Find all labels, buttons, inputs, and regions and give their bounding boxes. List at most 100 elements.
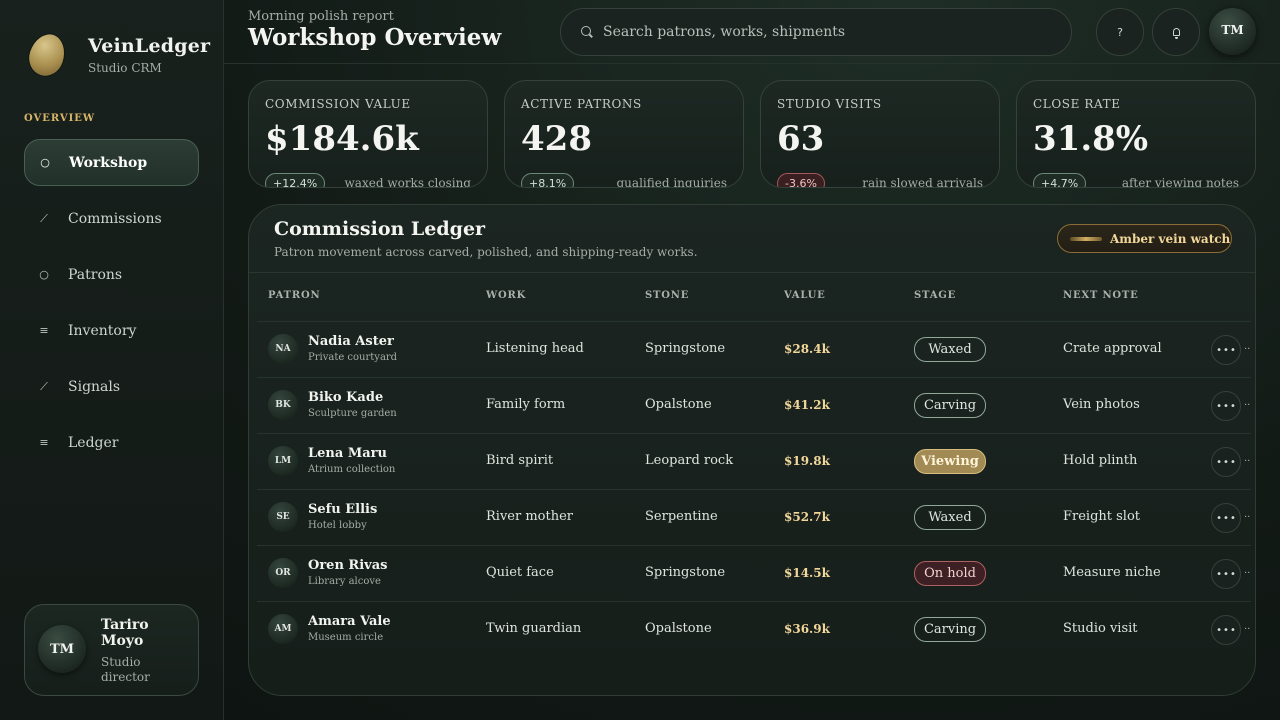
profile-card[interactable]: TM Tariro Moyo Studio director [24,604,199,696]
chisel-icon: ⟋ [40,211,48,225]
stat-label: STUDIO VISITS [777,97,882,111]
more-options-icon[interactable]: ••• [1211,335,1241,365]
search-input[interactable] [603,24,1043,40]
more-options-icon[interactable]: ••• [1211,503,1241,533]
sidebar-item-label: Patrons [68,266,123,283]
value-cell: $28.4k [784,342,830,356]
table-row[interactable]: LM Lena Maru Atrium collection Bird spir… [257,433,1251,489]
stage-badge: Carving [914,617,986,642]
more-options-icon[interactable]: ••• [1211,615,1241,645]
stat-label: CLOSE RATE [1033,97,1121,111]
stat-label: ACTIVE PATRONS [521,97,642,111]
patron-place: Hotel lobby [308,520,367,531]
avatar: SE [268,502,298,532]
work-cell: Bird spirit [486,453,554,468]
patron-name: Lena Maru [308,446,387,461]
sidebar-item-signals[interactable]: ⟋ Signals [24,363,199,410]
column-header-next-note[interactable]: NEXT NOTE [1063,290,1139,301]
sidebar-item-commissions[interactable]: ⟋ Commissions [24,195,199,242]
avatar: NA [268,334,298,364]
stage-badge: Waxed [914,337,986,362]
patron-place: Atrium collection [308,464,396,475]
notifications-button[interactable] [1152,8,1200,56]
sidebar-item-workshop[interactable]: ○ Workshop [24,139,199,186]
work-cell: Family form [486,397,566,412]
page-kicker: Morning polish report [248,9,394,24]
column-header-value[interactable]: VALUE [784,290,826,301]
more-options-icon[interactable]: ••• [1211,447,1241,477]
help-icon: ? [1117,25,1123,39]
next-note-cell: Freight slot [1063,509,1141,524]
page-title: Workshop Overview [248,24,502,51]
patron-place: Private courtyard [308,352,398,363]
column-header-stone[interactable]: STONE [645,290,689,301]
stat-delta-badge: +4.7% [1033,173,1087,187]
stone-cell: Opalstone [645,397,712,412]
next-note-cell: Crate approval [1063,341,1162,356]
amber-vein-watch-chip[interactable]: Amber vein watch [1057,224,1232,253]
next-note-cell: Measure niche [1063,565,1161,580]
patron-name: Biko Kade [308,390,384,405]
chip-label: Amber vein watch [1110,231,1231,246]
more-options-icon[interactable]: ••• [1211,391,1241,421]
column-header-patron[interactable]: PATRON [268,290,320,301]
panel-divider [249,272,1255,273]
stat-note: after viewing notes [1121,176,1239,188]
search-bar[interactable] [560,8,1072,56]
patron-name: Nadia Aster [308,334,394,349]
circle-icon: ○ [39,268,49,281]
stat-label: COMMISSION VALUE [265,97,411,111]
stat-note: rain slowed arrivals [862,176,983,188]
overflow-indicator: .. [1244,565,1251,576]
column-header-work[interactable]: WORK [486,290,526,301]
next-note-cell: Vein photos [1063,397,1140,412]
avatar: TM [38,625,86,673]
table-row[interactable]: BK Biko Kade Sculpture garden Family for… [257,377,1251,433]
value-cell: $52.7k [784,510,830,524]
circle-icon: ○ [40,156,50,169]
table-row[interactable]: NA Nadia Aster Private courtyard Listeni… [257,321,1251,377]
stat-card-commission-value[interactable]: COMMISSION VALUE $184.6k +12.4% waxed wo… [248,80,488,188]
patron-name: Oren Rivas [308,558,388,573]
stat-value: $184.6k [265,119,419,159]
value-cell: $14.5k [784,566,830,580]
stone-cell: Serpentine [645,509,718,524]
value-cell: $19.8k [784,454,830,468]
help-button[interactable]: ? [1096,8,1144,56]
user-avatar[interactable]: TM [1209,8,1256,55]
stat-card-active-patrons[interactable]: ACTIVE PATRONS 428 +8.1% qualified inqui… [504,80,744,188]
brand-name: VeinLedger [88,35,211,57]
table-row[interactable]: SE Sefu Ellis Hotel lobby River mother S… [257,489,1251,545]
stone-cell: Springstone [645,565,726,580]
profile-role: Studio director [101,655,150,684]
overflow-indicator: .. [1244,453,1251,464]
sidebar-item-inventory[interactable]: ≡ Inventory [24,307,199,354]
sidebar-item-patrons[interactable]: ○ Patrons [24,251,199,298]
sidebar-item-ledger[interactable]: ≡ Ledger [24,419,199,466]
more-options-icon[interactable]: ••• [1211,559,1241,589]
overflow-indicator: .. [1244,621,1251,632]
commission-ledger-panel: Commission Ledger Patron movement across… [248,204,1256,696]
column-header-stage[interactable]: STAGE [914,290,956,301]
sidebar-item-label: Inventory [68,322,137,339]
stone-cell: Leopard rock [645,453,734,468]
panel-subtitle: Patron movement across carved, polished,… [274,245,698,259]
stage-badge: Waxed [914,505,986,530]
brand[interactable]: VeinLedger Studio CRM [24,29,211,81]
value-cell: $41.2k [784,398,830,412]
table-row[interactable]: OR Oren Rivas Library alcove Quiet face … [257,545,1251,601]
ledger-table: NA Nadia Aster Private courtyard Listeni… [257,321,1251,657]
stat-delta-badge: -3.6% [777,173,825,187]
avatar: BK [268,390,298,420]
nav-section-label: OVERVIEW [24,113,96,124]
stat-card-close-rate[interactable]: CLOSE RATE 31.8% +4.7% after viewing not… [1016,80,1256,188]
stone-cell: Opalstone [645,621,712,636]
table-row[interactable]: AM Amara Vale Museum circle Twin guardia… [257,601,1251,657]
stat-card-studio-visits[interactable]: STUDIO VISITS 63 -3.6% rain slowed arriv… [760,80,1000,188]
profile-name: Tariro Moyo [101,617,149,649]
patron-name: Sefu Ellis [308,502,378,517]
work-cell: River mother [486,509,573,524]
stage-badge: On hold [914,561,986,586]
brand-subtitle: Studio CRM [88,61,162,75]
avatar: AM [268,614,298,644]
